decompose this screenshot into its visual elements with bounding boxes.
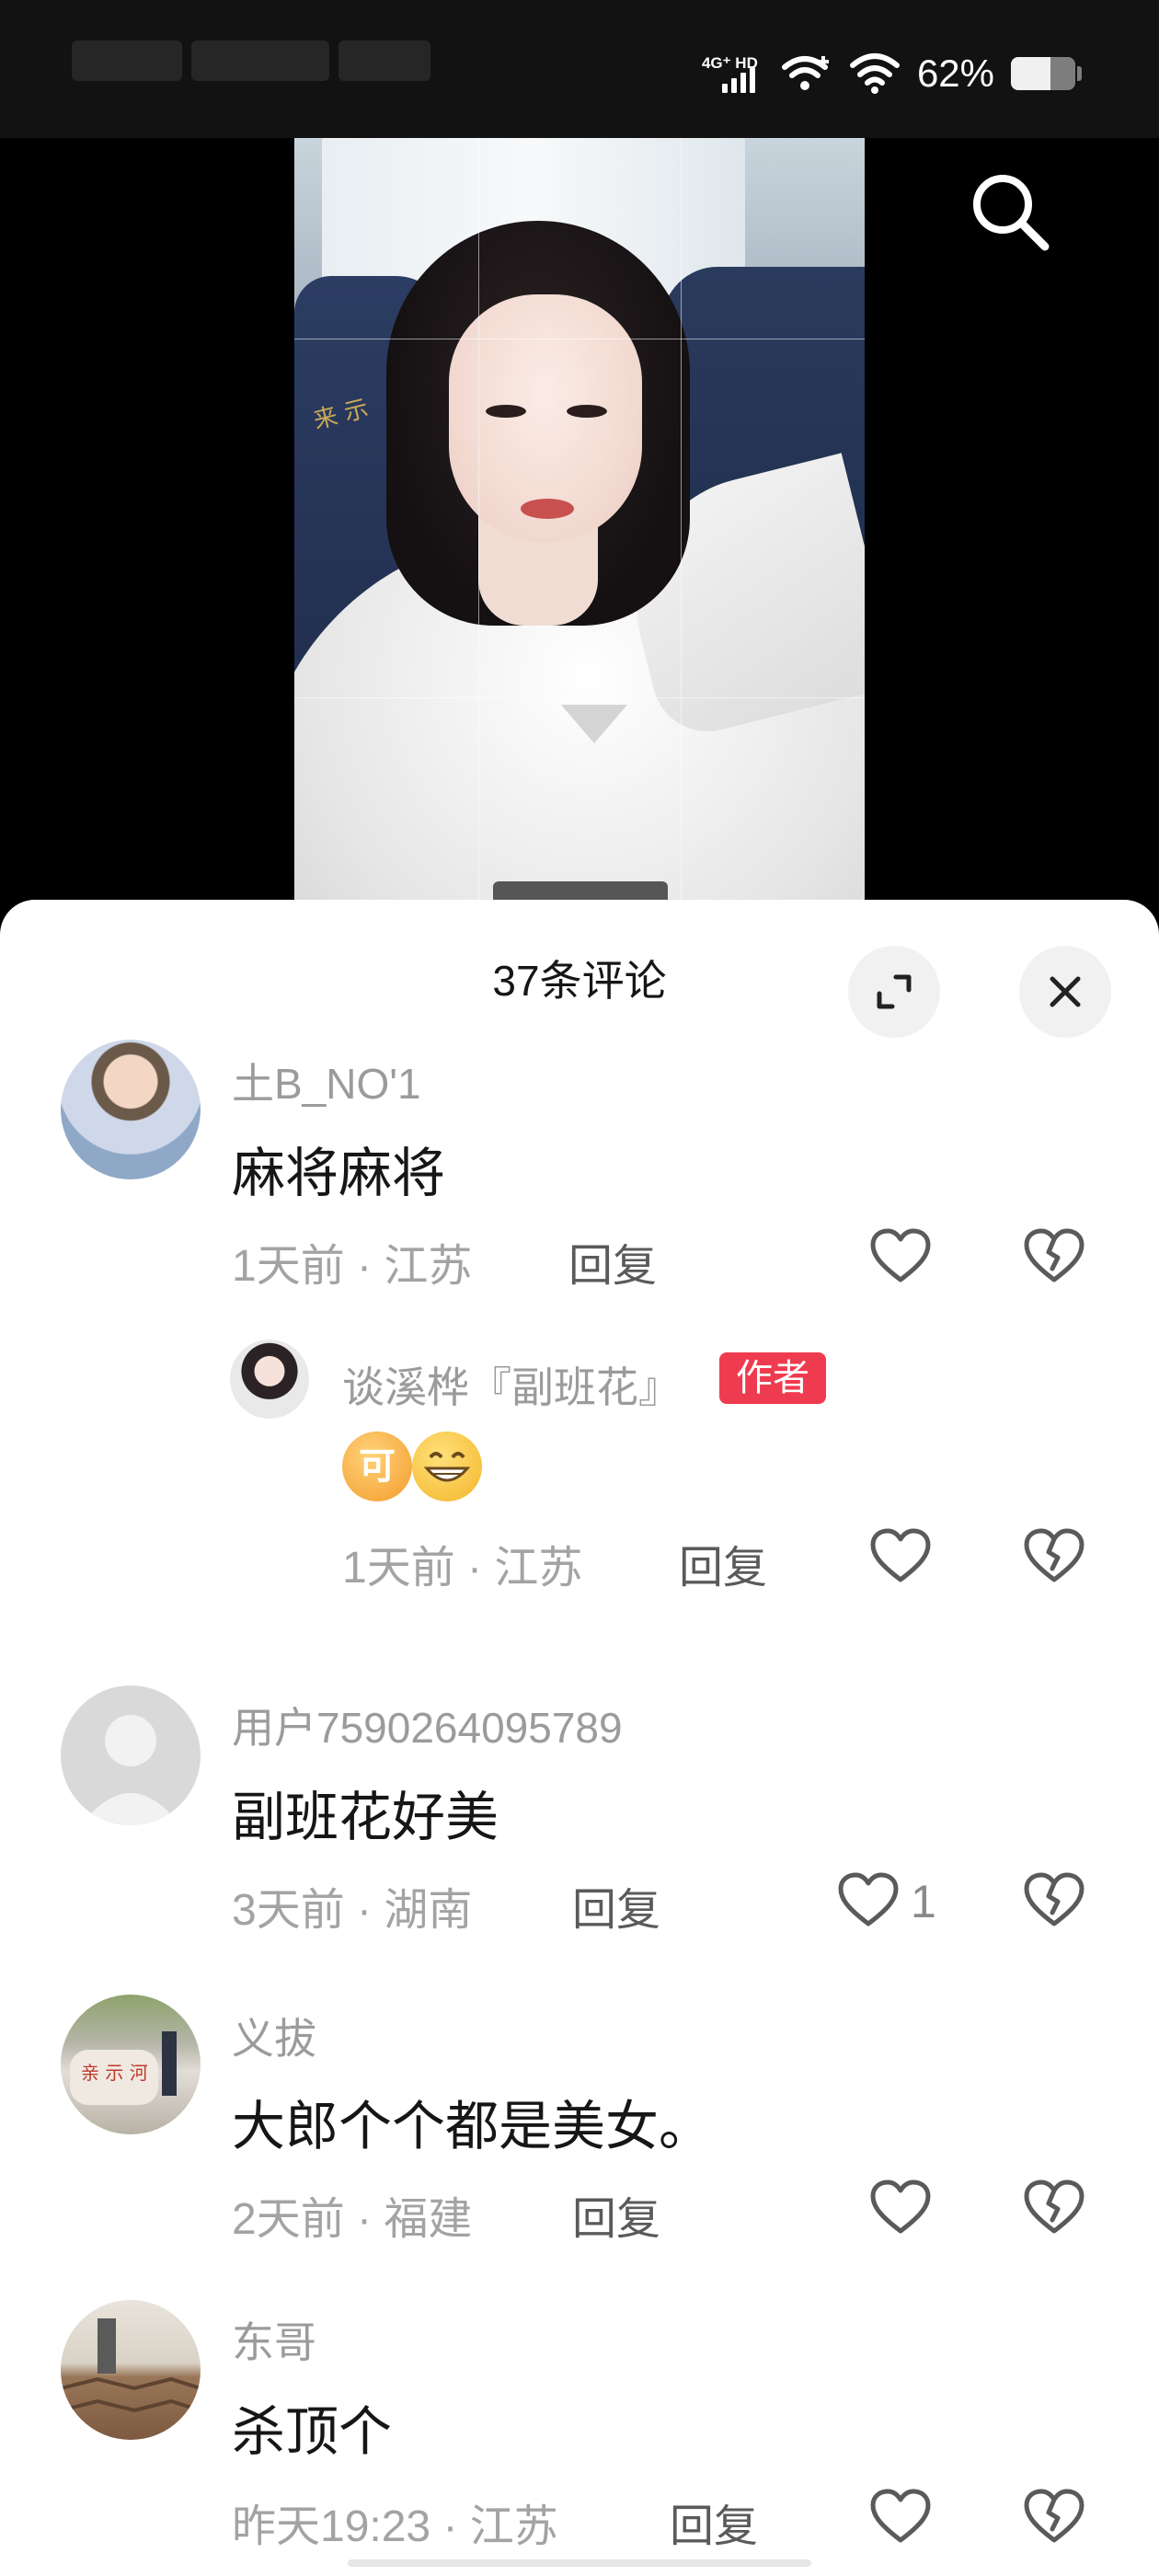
reply-button[interactable]: 回复 — [670, 2490, 758, 2554]
grid-line — [294, 697, 865, 698]
grin-emoji-icon — [412, 1432, 482, 1501]
broken-heart-icon — [1024, 1528, 1084, 1582]
heart-icon — [870, 2489, 931, 2543]
comment-text: 杀顶个 — [232, 2402, 393, 2462]
avatar[interactable] — [61, 2300, 201, 2440]
video-frame[interactable]: 来 示 — [294, 138, 865, 902]
dislike-button[interactable] — [1017, 1520, 1091, 1593]
heart-icon — [870, 2179, 931, 2234]
shirt-logo — [561, 705, 627, 743]
battery-icon — [1011, 57, 1075, 90]
avatar[interactable] — [61, 1040, 201, 1179]
comment-meta: 1天前 · 江苏 — [342, 1544, 583, 1593]
reply-button[interactable]: 回复 — [679, 1531, 767, 1595]
expand-icon — [877, 974, 912, 1009]
comment-text: 副班花好美 — [232, 1788, 499, 1847]
like-button[interactable] — [864, 1520, 937, 1593]
comment-meta: 2天前 · 福建 — [232, 2195, 473, 2244]
avatar[interactable] — [230, 1340, 309, 1419]
battery-tip — [1077, 66, 1082, 81]
signal-icon: 4G⁺ HD — [702, 51, 764, 97]
comment-text: 大郎个个都是美女。 — [232, 2097, 713, 2156]
avatar[interactable]: 亲 示 河 — [61, 1995, 201, 2134]
status-notifications — [72, 40, 430, 81]
comment-username[interactable]: 用户7590264095789 — [232, 1695, 623, 1755]
grin-face-icon — [423, 1452, 471, 1482]
broken-heart-icon — [1024, 2179, 1084, 2234]
grid-line — [478, 138, 479, 902]
comments-title: 37条评论 — [492, 957, 667, 1005]
eye-right — [567, 405, 607, 418]
comment-username[interactable]: 谈溪桦『副班花』 — [342, 1354, 681, 1415]
comment-meta: 1天前 · 江苏 — [232, 1242, 473, 1291]
comment-text: 麻将麻将 — [232, 1144, 446, 1203]
close-icon — [1050, 976, 1081, 1007]
broken-heart-icon — [1024, 1228, 1084, 1282]
dislike-button[interactable] — [1017, 1220, 1091, 1294]
wifi-plus-icon — [781, 56, 829, 90]
heart-icon — [870, 1228, 931, 1282]
expand-button[interactable] — [848, 946, 940, 1038]
search-button[interactable] — [966, 167, 1054, 256]
lips — [521, 499, 574, 519]
like-button[interactable] — [832, 1864, 905, 1938]
grid-line — [681, 138, 682, 902]
comment-username[interactable]: 土B_NO'1 — [232, 1051, 421, 1111]
heart-icon — [838, 1872, 899, 1926]
like-button[interactable] — [864, 1220, 937, 1294]
dislike-button[interactable] — [1017, 2480, 1091, 2554]
dislike-button[interactable] — [1017, 2171, 1091, 2245]
like-count: 1 — [911, 1876, 936, 1927]
emoji-ke: 可 — [342, 1432, 412, 1501]
default-avatar-icon[interactable] — [61, 1685, 201, 1825]
comment-meta: 3天前 · 湖南 — [232, 1886, 473, 1935]
timestamp-overlay — [493, 881, 668, 902]
status-icons: 4G⁺ HD 62% — [702, 48, 1082, 99]
battery-percent: 62% — [916, 52, 994, 95]
home-indicator[interactable] — [348, 2559, 811, 2567]
comment-username[interactable]: 义拔 — [232, 2006, 316, 2066]
video-player[interactable]: 来 示 — [0, 138, 1159, 902]
comment-meta: 昨天19:23 · 江苏 — [232, 2502, 558, 2551]
heart-icon — [870, 1528, 931, 1582]
svg-text:亲 示 河: 亲 示 河 — [81, 2062, 148, 2084]
eye-left — [486, 405, 526, 418]
reply-button[interactable]: 回复 — [572, 1873, 660, 1938]
search-icon — [973, 175, 1050, 251]
reply-button[interactable]: 回复 — [568, 1229, 657, 1294]
status-bar: 4G⁺ HD 62% — [0, 0, 1159, 138]
wifi-icon — [849, 53, 900, 94]
reply-button[interactable]: 回复 — [572, 2182, 660, 2247]
broken-heart-icon — [1024, 2489, 1084, 2543]
comment-username[interactable]: 东哥 — [232, 2309, 316, 2370]
broken-heart-icon — [1024, 1872, 1084, 1926]
author-badge: 作者 — [719, 1352, 826, 1404]
like-button[interactable] — [864, 2171, 937, 2245]
dislike-button[interactable] — [1017, 1864, 1091, 1938]
close-button[interactable] — [1019, 946, 1111, 1038]
like-button[interactable] — [864, 2480, 937, 2554]
